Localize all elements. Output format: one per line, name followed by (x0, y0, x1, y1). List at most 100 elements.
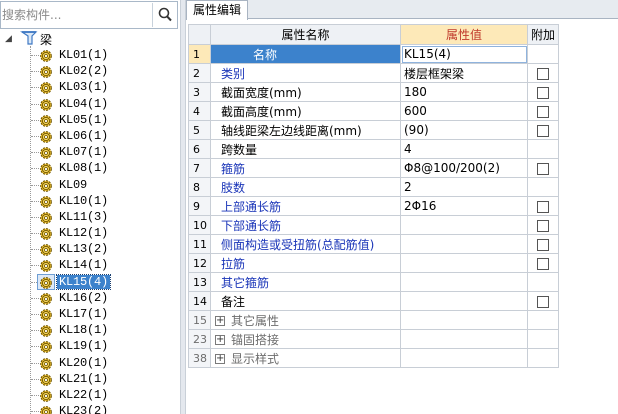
property-row[interactable]: 12 拉筋 (188, 253, 560, 273)
property-row[interactable]: 6 跨数量 4 (188, 139, 560, 159)
property-value-cell[interactable] (400, 234, 528, 254)
property-name-cell[interactable]: 肢数 (210, 177, 401, 197)
tree-item[interactable]: KL05(1) (0, 112, 180, 128)
property-row[interactable]: 11 侧面构造或受扭筋(总配筋值) (188, 234, 560, 254)
beam-component-icon (40, 228, 52, 240)
extra-checkbox[interactable] (537, 295, 549, 308)
tree-item[interactable]: KL14(1) (0, 257, 180, 273)
property-row[interactable]: 2 类别 楼层框架梁 (188, 63, 560, 83)
tree-item[interactable]: KL03(1) (0, 79, 180, 95)
property-name-cell[interactable]: 箍筋 (210, 158, 401, 178)
tree-item[interactable]: KL08(1) (0, 160, 180, 176)
property-name-label: 轴线距梁左边线距离(mm) (221, 123, 362, 138)
expand-icon[interactable]: + (215, 316, 225, 326)
collapse-icon[interactable]: ◢ (5, 33, 15, 43)
tree-item[interactable]: KL17(1) (0, 306, 180, 322)
property-value-cell[interactable] (400, 272, 528, 292)
extra-checkbox[interactable] (537, 124, 549, 137)
tree-item[interactable]: KL11(3) (0, 209, 180, 225)
property-value-cell[interactable]: (90) (400, 120, 528, 140)
property-value-cell[interactable] (400, 291, 528, 311)
property-value-cell[interactable] (400, 253, 528, 273)
property-value-cell[interactable] (400, 329, 528, 349)
extra-checkbox[interactable] (537, 200, 549, 213)
property-name-cell[interactable]: + 其它属性 (210, 310, 401, 330)
tree-item[interactable]: KL23(2) (0, 403, 180, 414)
property-group-row[interactable]: 23 + 锚固搭接 (188, 329, 560, 349)
property-name-cell[interactable]: 备注 (210, 291, 401, 311)
property-row[interactable]: 14 备注 (188, 291, 560, 311)
property-value-cell[interactable] (400, 310, 528, 330)
tree-item[interactable]: KL13(2) (0, 241, 180, 257)
tree-connector (31, 233, 39, 235)
property-row[interactable]: 4 截面高度(mm) 600 (188, 101, 560, 121)
property-value-cell[interactable] (400, 215, 528, 235)
property-name-cell[interactable]: 截面高度(mm) (210, 101, 401, 121)
property-name-cell[interactable]: 名称 (210, 44, 401, 64)
property-value-cell[interactable]: 4 (400, 139, 528, 159)
extra-checkbox[interactable] (537, 238, 549, 251)
extra-checkbox[interactable] (537, 86, 549, 99)
tree-item[interactable]: KL06(1) (0, 128, 180, 144)
tree-item[interactable]: KL16(2) (0, 290, 180, 306)
property-value-cell[interactable]: Φ8@100/200(2) (400, 158, 528, 178)
property-name-cell[interactable]: 其它箍筋 (210, 272, 401, 292)
tree-item[interactable]: KL09 (0, 177, 180, 193)
tree-item[interactable]: KL21(1) (0, 371, 180, 387)
tab-property-edit[interactable]: 属性编辑 (186, 0, 249, 20)
property-name-cell[interactable]: 下部通长筋 (210, 215, 401, 235)
tree-item[interactable]: KL12(1) (0, 225, 180, 241)
property-name-cell[interactable]: 截面宽度(mm) (210, 82, 401, 102)
property-name-cell[interactable]: 类别 (210, 63, 401, 83)
tree-root-beam[interactable]: ◢ 梁 (0, 30, 180, 414)
extra-checkbox[interactable] (537, 219, 549, 232)
property-row[interactable]: 13 其它箍筋 (188, 272, 560, 292)
property-value-cell[interactable] (400, 348, 528, 368)
property-value-cell[interactable]: KL15(4) (400, 44, 528, 64)
property-value-cell[interactable]: 600 (400, 101, 528, 121)
property-name-cell[interactable]: 轴线距梁左边线距离(mm) (210, 120, 401, 140)
tree-item[interactable]: KL01(1) (0, 47, 180, 63)
property-row[interactable]: 3 截面宽度(mm) 180 (188, 82, 560, 102)
property-group-row[interactable]: 38 + 显示样式 (188, 348, 560, 368)
property-row[interactable]: 1 名称 KL15(4) (188, 44, 560, 64)
property-name-header[interactable]: 属性名称 (210, 24, 401, 45)
property-name-cell[interactable]: 拉筋 (210, 253, 401, 273)
property-value-cell[interactable]: 楼层框架梁 (400, 63, 528, 83)
extra-checkbox[interactable] (537, 67, 549, 80)
tree-item[interactable]: KL10(1) (0, 193, 180, 209)
tree-item[interactable]: KL22(1) (0, 387, 180, 403)
search-input[interactable] (1, 2, 151, 28)
tree-item[interactable]: KL19(1) (0, 338, 180, 354)
property-value-cell[interactable]: 2 (400, 177, 528, 197)
property-value-cell[interactable]: 2Φ16 (400, 196, 528, 216)
extra-cell (526, 139, 560, 159)
expand-icon[interactable]: + (215, 335, 225, 345)
search-box (0, 1, 178, 29)
property-name-cell[interactable]: 跨数量 (210, 139, 401, 159)
property-row[interactable]: 7 箍筋 Φ8@100/200(2) (188, 158, 560, 178)
tree-item[interactable]: KL15(4) (0, 273, 180, 290)
property-value-cell[interactable]: 180 (400, 82, 528, 102)
property-value-header[interactable]: 属性值 (400, 24, 528, 45)
property-row[interactable]: 8 肢数 2 (188, 177, 560, 197)
search-button[interactable] (152, 3, 176, 27)
tree-item[interactable]: KL02(2) (0, 63, 180, 79)
property-name-cell[interactable]: + 显示样式 (210, 348, 401, 368)
property-row[interactable]: 5 轴线距梁左边线距离(mm) (90) (188, 120, 560, 140)
property-group-row[interactable]: 15 + 其它属性 (188, 310, 560, 330)
tree-item[interactable]: KL07(1) (0, 144, 180, 160)
property-name-cell[interactable]: 侧面构造或受扭筋(总配筋值) (210, 234, 401, 254)
extra-checkbox[interactable] (537, 162, 549, 175)
tree-item[interactable]: KL04(1) (0, 96, 180, 112)
tree-item[interactable]: KL18(1) (0, 322, 180, 338)
extra-checkbox[interactable] (537, 105, 549, 118)
extra-checkbox[interactable] (537, 257, 549, 270)
property-row[interactable]: 9 上部通长筋 2Φ16 (188, 196, 560, 216)
property-row[interactable]: 10 下部通长筋 (188, 215, 560, 235)
expand-icon[interactable]: + (215, 354, 225, 364)
property-name-cell[interactable]: 上部通长筋 (210, 196, 401, 216)
extra-header[interactable]: 附加 (526, 24, 560, 45)
tree-item[interactable]: KL20(1) (0, 355, 180, 371)
property-name-cell[interactable]: + 锚固搭接 (210, 329, 401, 349)
